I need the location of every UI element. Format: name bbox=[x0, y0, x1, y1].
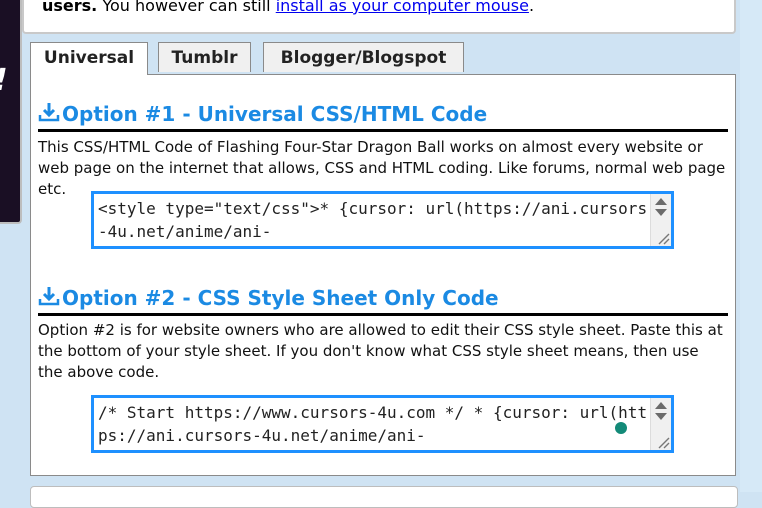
option-1-title: Option #1 - Universal CSS/HTML Code bbox=[62, 102, 488, 126]
option-1-code-textarea[interactable]: <style type="text/css">* {cursor: url(ht… bbox=[91, 191, 674, 249]
download-icon bbox=[38, 287, 60, 306]
cursor-preview-image: ! bbox=[0, 0, 22, 224]
mouse-cursor-dot bbox=[615, 422, 627, 434]
resize-grip-icon[interactable] bbox=[656, 231, 670, 245]
tab-tumblr[interactable]: Tumblr bbox=[158, 42, 251, 72]
download-icon bbox=[38, 103, 60, 122]
option-2-heading: Option #2 - CSS Style Sheet Only Code bbox=[38, 283, 728, 316]
option-2-title: Option #2 - CSS Style Sheet Only Code bbox=[62, 286, 499, 310]
page-background-edge bbox=[740, 0, 762, 492]
scroll-up-arrow-icon[interactable] bbox=[655, 198, 667, 205]
notice-end: . bbox=[528, 0, 535, 15]
option-1-code[interactable]: <style type="text/css">* {cursor: url(ht… bbox=[98, 197, 649, 243]
scroll-up-arrow-icon[interactable] bbox=[655, 402, 667, 409]
resize-grip-icon[interactable] bbox=[656, 435, 670, 449]
notice-text: users. You however can still install as … bbox=[42, 0, 534, 15]
notice-body: You however can still bbox=[97, 0, 276, 15]
next-section-card bbox=[30, 486, 738, 508]
scroll-down-arrow-icon[interactable] bbox=[655, 413, 667, 420]
option-1-heading: Option #1 - Universal CSS/HTML Code bbox=[38, 99, 728, 132]
option-2-code-textarea[interactable]: /* Start https://www.cursors-4u.com */ *… bbox=[91, 395, 674, 453]
scroll-down-arrow-icon[interactable] bbox=[655, 209, 667, 216]
tab-universal[interactable]: Universal bbox=[30, 42, 148, 75]
option-2-code[interactable]: /* Start https://www.cursors-4u.com */ *… bbox=[98, 401, 649, 447]
notice-card: users. You however can still install as … bbox=[22, 0, 736, 34]
option-2-description: Option #2 is for website owners who are … bbox=[38, 321, 723, 381]
install-mouse-link[interactable]: install as your computer mouse bbox=[276, 0, 529, 15]
preview-image-glyph: ! bbox=[0, 66, 8, 96]
notice-bold: users. bbox=[42, 0, 98, 15]
tab-panel-universal: Option #1 - Universal CSS/HTML Code This… bbox=[30, 74, 736, 476]
tab-blogger-blogspot[interactable]: Blogger/Blogspot bbox=[263, 42, 464, 72]
